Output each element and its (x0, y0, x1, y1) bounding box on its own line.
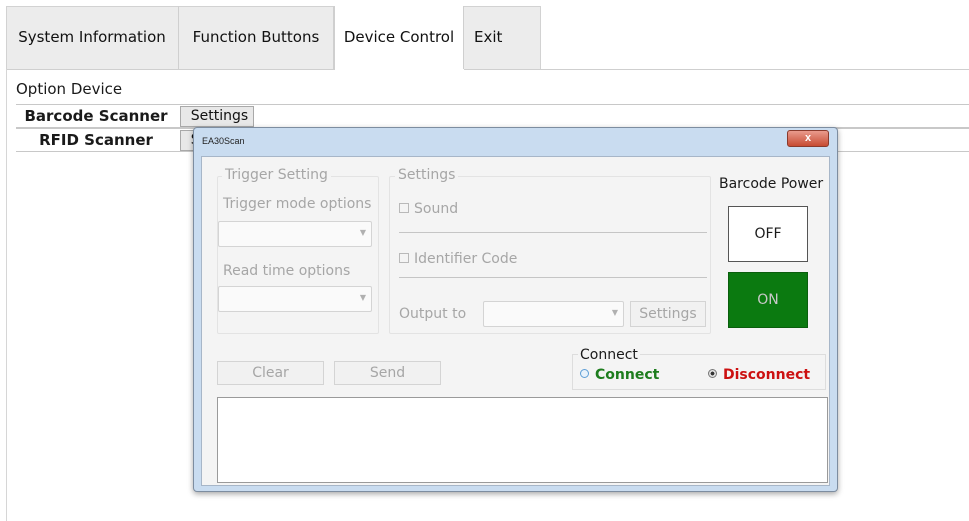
option-device-title: Option Device (16, 80, 123, 98)
trigger-setting-legend: Trigger Setting (222, 167, 331, 183)
radio-unselected-icon (580, 369, 589, 378)
chevron-down-icon: ▼ (359, 293, 366, 302)
trigger-mode-label: Trigger mode options (223, 196, 372, 212)
identifier-code-label: Identifier Code (414, 251, 518, 267)
power-on-button[interactable]: ON (728, 272, 808, 328)
sound-label: Sound (414, 201, 459, 217)
settings-legend: Settings (395, 167, 459, 183)
checkbox-icon (399, 253, 409, 263)
chevron-down-icon: ▼ (611, 308, 618, 317)
connect-legend: Connect (578, 347, 640, 363)
checkbox-icon (399, 203, 409, 213)
main-tab-bar: System Information Function Buttons Devi… (6, 6, 969, 70)
disconnect-radio[interactable]: Disconnect (708, 367, 810, 383)
tab-exit[interactable]: Exit (464, 6, 541, 69)
clear-button[interactable]: Clear (217, 361, 324, 385)
output-to-select[interactable]: ▼ (483, 301, 624, 327)
output-to-label: Output to (399, 306, 467, 322)
read-time-select[interactable]: ▼ (218, 286, 372, 312)
connect-radio[interactable]: Connect (580, 367, 659, 383)
ea30scan-dialog: EA30Scan x Trigger Setting Trigger mode … (193, 127, 838, 492)
sound-checkbox[interactable]: Sound (399, 201, 458, 217)
tab-system-information[interactable]: System Information (6, 6, 179, 69)
output-textarea[interactable] (217, 397, 828, 483)
close-icon: x (804, 132, 812, 144)
chevron-down-icon: ▼ (359, 228, 366, 237)
tab-function-buttons[interactable]: Function Buttons (179, 6, 334, 69)
dialog-title: EA30Scan (202, 136, 245, 146)
barcode-scanner-settings-button[interactable]: Settings (180, 106, 254, 127)
active-tab-gap (335, 69, 464, 70)
output-settings-button[interactable]: Settings (630, 301, 706, 327)
identifier-separator (399, 277, 707, 278)
panel-left-border (6, 69, 7, 521)
barcode-power-title: Barcode Power (719, 176, 824, 192)
sound-separator (399, 232, 707, 233)
dialog-client-area: Trigger Setting Trigger mode options ▼ R… (201, 156, 830, 486)
option-row-barcode-scanner: Barcode Scanner Settings (16, 104, 969, 128)
identifier-code-checkbox[interactable]: Identifier Code (399, 251, 517, 267)
barcode-scanner-label: Barcode Scanner (24, 107, 168, 125)
tab-device-control[interactable]: Device Control (334, 6, 464, 70)
connect-radio-label: Connect (595, 367, 660, 383)
send-button[interactable]: Send (334, 361, 441, 385)
trigger-mode-select[interactable]: ▼ (218, 221, 372, 247)
rfid-scanner-label: RFID Scanner (39, 131, 153, 149)
read-time-label: Read time options (223, 263, 351, 279)
radio-selected-icon (708, 369, 717, 378)
disconnect-radio-label: Disconnect (723, 367, 811, 383)
dialog-close-button[interactable]: x (787, 130, 829, 147)
power-off-button[interactable]: OFF (728, 206, 808, 262)
tab-divider (6, 69, 969, 70)
